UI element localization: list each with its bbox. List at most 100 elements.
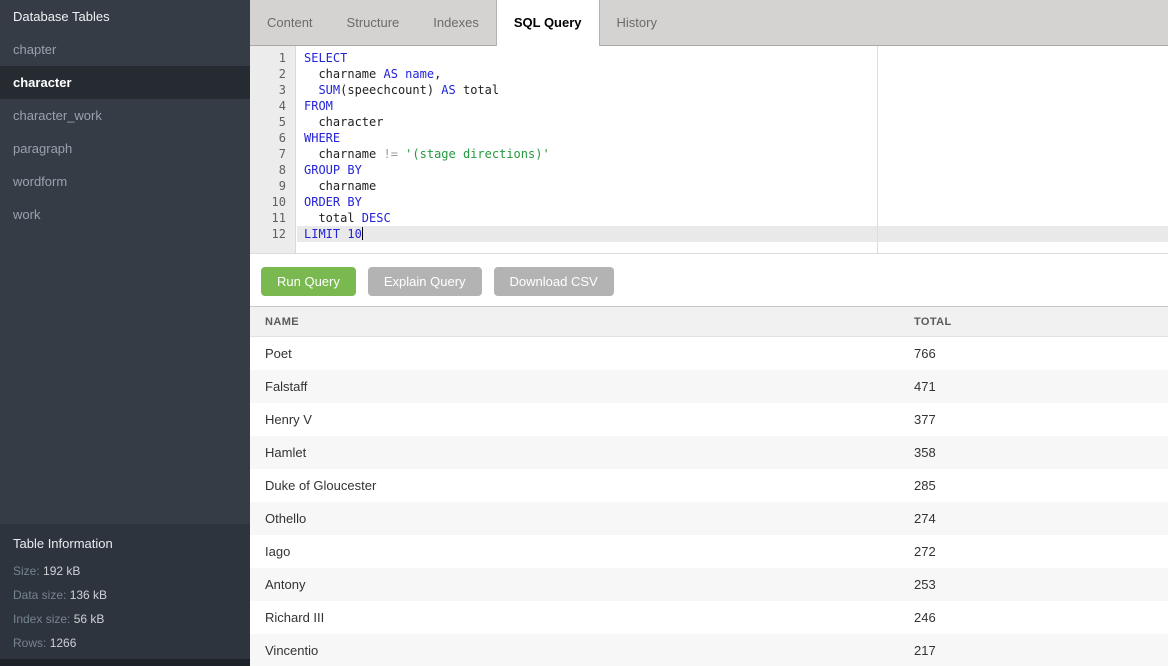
line-number: 7 — [250, 146, 295, 162]
results-body: Poet766Falstaff471Henry V377Hamlet358Duk… — [250, 337, 1168, 666]
table-info-value: 1266 — [50, 636, 77, 650]
code-line[interactable]: GROUP BY — [297, 162, 1168, 178]
code-line[interactable]: SUM(speechcount) AS total — [297, 82, 1168, 98]
code-line[interactable]: ORDER BY — [297, 194, 1168, 210]
line-number: 12 — [250, 226, 295, 242]
tab-indexes[interactable]: Indexes — [416, 0, 496, 46]
tab-sql-query[interactable]: SQL Query — [496, 0, 600, 46]
result-cell-total: 285 — [914, 469, 1168, 502]
result-row[interactable]: Othello274 — [250, 502, 1168, 535]
line-number: 9 — [250, 178, 295, 194]
line-number-gutter: 123456789101112 — [250, 46, 296, 253]
sidebar-item-character_work[interactable]: character_work — [0, 99, 250, 132]
code-line[interactable]: charname != '(stage directions)' — [297, 146, 1168, 162]
code-line[interactable]: charname — [297, 178, 1168, 194]
code-line[interactable]: SELECT — [297, 50, 1168, 66]
code-token: charname — [304, 147, 383, 161]
database-app-window: Database Tables chaptercharactercharacte… — [0, 0, 1168, 666]
sql-editor[interactable]: 123456789101112 SELECT charname AS name,… — [250, 46, 1168, 254]
result-row[interactable]: Vincentio217 — [250, 634, 1168, 666]
result-cell-name: Vincentio — [250, 634, 914, 666]
tab-content[interactable]: Content — [250, 0, 330, 46]
code-token: , — [434, 67, 441, 81]
result-row[interactable]: Richard III246 — [250, 601, 1168, 634]
code-token: GROUP BY — [304, 163, 362, 177]
table-info-rows: Size: 192 kBData size: 136 kBIndex size:… — [13, 559, 237, 655]
code-token: != — [383, 147, 397, 161]
code-token: charname — [304, 179, 376, 193]
download-csv-button[interactable]: Download CSV — [494, 267, 614, 296]
main-panel: ContentStructureIndexesSQL QueryHistory … — [250, 0, 1168, 666]
result-row[interactable]: Falstaff471 — [250, 370, 1168, 403]
code-line[interactable]: charname AS name, — [297, 66, 1168, 82]
result-cell-total: 358 — [914, 436, 1168, 469]
sidebar-item-chapter[interactable]: chapter — [0, 33, 250, 66]
table-info-row: Rows: 1266 — [13, 631, 237, 655]
table-info-row: Data size: 136 kB — [13, 583, 237, 607]
code-line[interactable]: character — [297, 114, 1168, 130]
sql-code-area[interactable]: SELECT charname AS name, SUM(speechcount… — [297, 46, 1168, 253]
code-token: charname — [304, 67, 383, 81]
result-cell-total: 246 — [914, 601, 1168, 634]
code-token: WHERE — [304, 131, 340, 145]
code-token: DESC — [362, 211, 391, 225]
result-row[interactable]: Hamlet358 — [250, 436, 1168, 469]
result-cell-name: Richard III — [250, 601, 914, 634]
explain-query-button[interactable]: Explain Query — [368, 267, 482, 296]
line-number: 4 — [250, 98, 295, 114]
result-row[interactable]: Antony253 — [250, 568, 1168, 601]
code-token: AS — [383, 67, 397, 81]
code-line[interactable]: FROM — [297, 98, 1168, 114]
tab-structure[interactable]: Structure — [330, 0, 417, 46]
column-header-name: NAME — [250, 307, 914, 336]
result-cell-total: 272 — [914, 535, 1168, 568]
table-list: chaptercharactercharacter_workparagraphw… — [0, 33, 250, 231]
code-token: character — [304, 115, 383, 129]
code-line[interactable]: WHERE — [297, 130, 1168, 146]
line-number: 8 — [250, 162, 295, 178]
run-query-button[interactable]: Run Query — [261, 267, 356, 296]
sidebar: Database Tables chaptercharactercharacte… — [0, 0, 250, 666]
line-number: 1 — [250, 50, 295, 66]
code-token: (speechcount) — [340, 83, 441, 97]
code-token: total — [456, 83, 499, 97]
sidebar-footer-strip — [0, 659, 250, 666]
result-row[interactable]: Duke of Gloucester285 — [250, 469, 1168, 502]
table-info-value: 192 kB — [43, 564, 80, 578]
code-token: name — [405, 67, 434, 81]
code-line[interactable]: LIMIT 10 — [297, 226, 1168, 242]
line-number: 11 — [250, 210, 295, 226]
line-number: 5 — [250, 114, 295, 130]
table-information-title: Table Information — [13, 533, 237, 555]
sidebar-item-character[interactable]: character — [0, 66, 250, 99]
code-line[interactable]: total DESC — [297, 210, 1168, 226]
sidebar-item-paragraph[interactable]: paragraph — [0, 132, 250, 165]
table-info-label: Index size: — [13, 612, 74, 626]
table-info-label: Rows: — [13, 636, 50, 650]
code-token: FROM — [304, 99, 333, 113]
code-token: SUM — [318, 83, 340, 97]
tab-bar: ContentStructureIndexesSQL QueryHistory — [250, 0, 1168, 46]
result-cell-name: Henry V — [250, 403, 914, 436]
editor-pane-divider[interactable] — [877, 46, 878, 253]
result-cell-total: 217 — [914, 634, 1168, 666]
table-info-row: Size: 192 kB — [13, 559, 237, 583]
result-cell-name: Iago — [250, 535, 914, 568]
code-token — [304, 83, 318, 97]
result-cell-name: Othello — [250, 502, 914, 535]
result-row[interactable]: Poet766 — [250, 337, 1168, 370]
tab-history[interactable]: History — [600, 0, 674, 46]
result-cell-total: 766 — [914, 337, 1168, 370]
table-info-row: Index size: 56 kB — [13, 607, 237, 631]
line-number: 2 — [250, 66, 295, 82]
result-row[interactable]: Henry V377 — [250, 403, 1168, 436]
table-info-label: Data size: — [13, 588, 70, 602]
result-cell-name: Hamlet — [250, 436, 914, 469]
line-number: 3 — [250, 82, 295, 98]
column-header-total: TOTAL — [914, 307, 1168, 336]
sidebar-item-work[interactable]: work — [0, 198, 250, 231]
result-cell-name: Antony — [250, 568, 914, 601]
sidebar-item-wordform[interactable]: wordform — [0, 165, 250, 198]
result-row[interactable]: Iago272 — [250, 535, 1168, 568]
result-cell-name: Poet — [250, 337, 914, 370]
